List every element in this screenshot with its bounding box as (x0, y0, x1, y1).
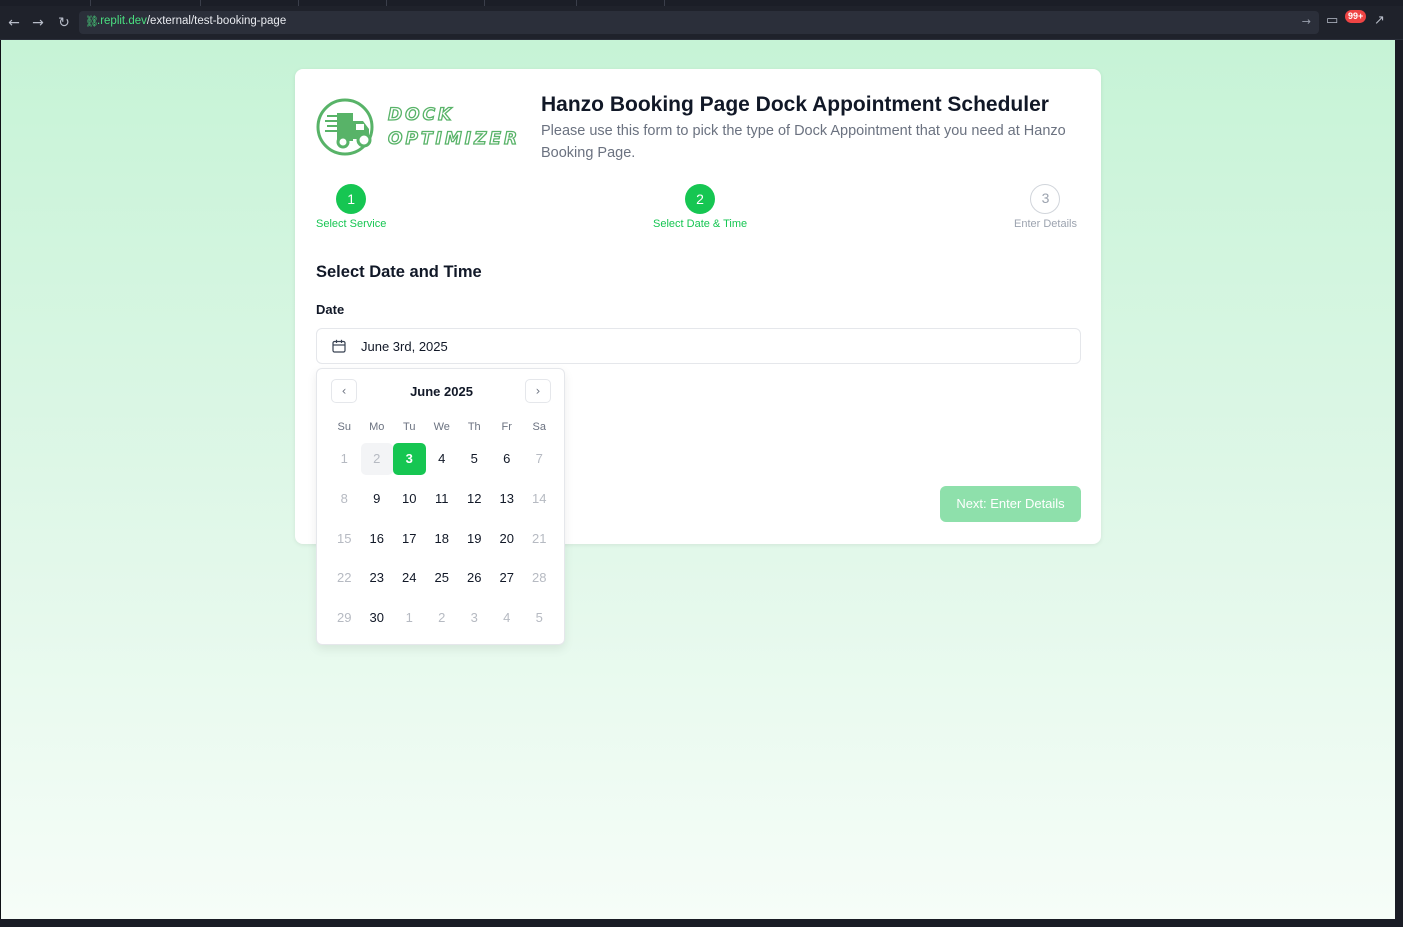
address-bar[interactable]: ⛓ .replit.dev/external/test-booking-page… (79, 11, 1319, 34)
calendar-day[interactable]: 23 (361, 562, 394, 594)
calendar-day[interactable]: 20 (491, 523, 524, 555)
calendar-day[interactable]: 11 (426, 483, 459, 515)
step-enter-details: 3 Enter Details (1014, 184, 1077, 230)
notification-badge[interactable]: 99+ (1345, 10, 1367, 23)
step-select-date-time: 2 Select Date & Time (653, 184, 747, 230)
calendar-day[interactable]: 2 (426, 602, 459, 634)
weekday-label: Th (467, 421, 481, 433)
svg-text:OPTIMIZER: OPTIMIZER (388, 129, 520, 149)
step-number: 3 (1030, 184, 1061, 214)
browser-toolbar: ← → ↻ ⛓ .replit.dev/external/test-bookin… (0, 6, 1403, 40)
calendar-day[interactable]: 22 (328, 562, 361, 594)
calendar-day[interactable]: 25 (426, 562, 459, 594)
weekday-label: Sa (532, 421, 546, 433)
calendar-day[interactable]: 21 (523, 523, 556, 555)
calendar-day[interactable]: 3 (458, 602, 491, 634)
next-month-button[interactable]: › (525, 379, 551, 403)
calendar-week-row: 22 23 24 25 26 27 28 (328, 562, 556, 602)
open-external-icon[interactable]: ↗ (1374, 13, 1385, 28)
calendar-day[interactable]: 18 (426, 523, 459, 555)
calendar-day[interactable]: 30 (361, 602, 394, 634)
truck-logo-icon (316, 98, 374, 156)
calendar-day[interactable]: 8 (328, 483, 361, 515)
step-number: 1 (336, 184, 367, 214)
calendar-day[interactable]: 26 (458, 562, 491, 594)
calendar-day[interactable]: 2 (360, 443, 393, 475)
date-value: June 3rd, 2025 (361, 339, 448, 354)
section-title: Select Date and Time (316, 263, 482, 281)
page-description: Please use this form to pick the type of… (541, 123, 1066, 161)
calendar-day[interactable]: 4 (426, 443, 459, 475)
calendar-day[interactable]: 28 (523, 562, 556, 594)
calendar-day[interactable]: 27 (491, 562, 524, 594)
date-label: Date (316, 302, 345, 317)
window-edge (1395, 40, 1403, 927)
calendar-weeks: 1 2 3 4 5 6 7 8 9 10 11 12 13 14 15 16 17 18 19 20 21 22 23 24 2… (328, 443, 556, 642)
calendar-day[interactable]: 5 (458, 443, 491, 475)
calendar-day[interactable]: 14 (523, 483, 556, 515)
page-viewport: DOCK OPTIMIZER Hanzo Booking Page Dock A… (1, 40, 1395, 919)
calendar-day[interactable]: 24 (393, 562, 426, 594)
svg-text:DOCK: DOCK (388, 105, 454, 125)
reload-icon[interactable]: ↻ (54, 13, 74, 33)
step-label: Select Service (316, 218, 387, 230)
go-arrow-icon[interactable]: → (1302, 15, 1311, 28)
calendar-day[interactable]: 15 (328, 523, 361, 555)
calendar-week-row: 1234567 (328, 443, 556, 483)
calendar-day[interactable]: 5 (523, 602, 556, 634)
weekday-label: Mo (369, 421, 385, 433)
back-icon[interactable]: ← (4, 13, 24, 33)
calendar-day[interactable]: 10 (393, 483, 426, 515)
calendar-week-row: 8 9 10 11 12 13 14 (328, 483, 556, 523)
weekday-header-row: Su Mo Tu We Th Fr Sa (328, 417, 556, 437)
calendar-day[interactable]: 13 (491, 483, 524, 515)
calendar-day[interactable]: 1 (328, 443, 361, 475)
weekday-label: Fr (501, 421, 512, 433)
next-enter-details-button[interactable]: Next: Enter Details (940, 486, 1081, 522)
calendar-day[interactable]: 9 (361, 483, 394, 515)
weekday-label: Su (337, 421, 351, 433)
url-text[interactable]: .replit.dev/external/test-booking-page (97, 15, 286, 27)
calendar-popover: ‹ June 2025 › Su Mo Tu We Th Fr Sa 1 2 3 4 5 6 7 8 9 10… (316, 368, 565, 645)
step-select-service: 1 Select Service (316, 184, 386, 230)
calendar-day[interactable]: 17 (393, 523, 426, 555)
step-label: Enter Details (1014, 218, 1077, 230)
calendar-day[interactable]: 7 (523, 443, 556, 475)
dock-optimizer-logo: DOCK OPTIMIZER (316, 98, 520, 156)
page-title: Hanzo Booking Page Dock Appointment Sche… (541, 93, 1049, 116)
calendar-icon (332, 339, 346, 353)
window-edge (0, 919, 1403, 927)
calendar-day[interactable]: 6 (491, 443, 524, 475)
step-number: 2 (685, 184, 716, 214)
date-picker-input[interactable]: June 3rd, 2025 (316, 328, 1081, 364)
step-label: Select Date & Time (653, 218, 748, 230)
weekday-label: Tu (403, 421, 416, 433)
weekday-label: We (433, 421, 450, 433)
forward-icon[interactable]: → (28, 13, 48, 33)
calendar-day[interactable]: 1 (393, 602, 426, 634)
calendar-day[interactable]: 29 (328, 602, 361, 634)
monitor-icon[interactable]: ▭ (1326, 13, 1338, 28)
calendar-week-row: 15 16 17 18 19 20 21 (328, 523, 556, 563)
calendar-day-selected[interactable]: 3 (393, 443, 426, 475)
calendar-grid: Su Mo Tu We Th Fr Sa 1 2 3 4 5 6 7 8 9 10 11 12 13 14 15 16 17… (328, 417, 556, 642)
calendar-day[interactable]: 12 (458, 483, 491, 515)
calendar-day[interactable]: 19 (458, 523, 491, 555)
calendar-day[interactable]: 16 (361, 523, 394, 555)
calendar-day[interactable]: 4 (491, 602, 524, 634)
calendar-week-row: 29 30 1 2 3 4 5 (328, 602, 556, 642)
